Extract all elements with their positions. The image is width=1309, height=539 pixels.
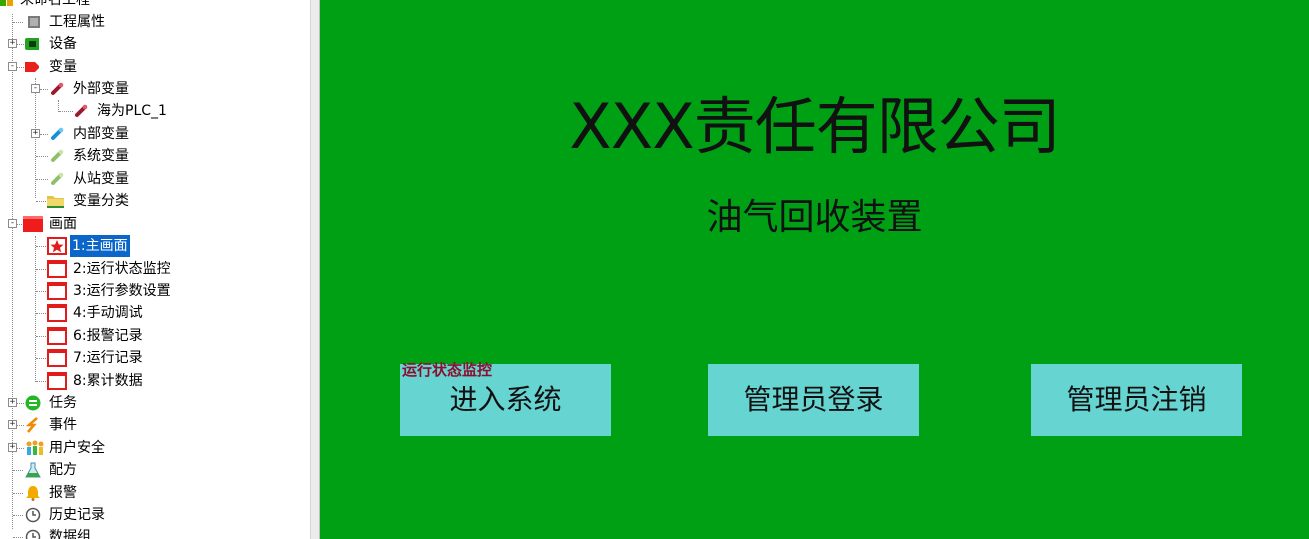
tree-item-label: 8:累计数据 — [73, 373, 143, 389]
task-icon — [25, 395, 41, 411]
tree-item-events[interactable]: + 事件 — [0, 414, 310, 436]
pin-icon — [50, 127, 64, 141]
tree-item-variable-categories[interactable]: 变量分类 — [0, 190, 310, 212]
screen-page-icon — [47, 260, 67, 278]
tree-item-label: 海为PLC_1 — [97, 103, 167, 119]
tree-item-label: 配方 — [49, 462, 77, 478]
admin-logout-button[interactable]: 管理员注销 — [1031, 364, 1242, 436]
tree-item-main-screen[interactable]: 1:主画面 — [0, 235, 310, 257]
collapse-icon[interactable]: - — [8, 62, 17, 71]
tree-item-screen-8[interactable]: 8:累计数据 — [0, 370, 310, 392]
tree-item-label: 2:运行状态监控 — [73, 261, 171, 277]
pin-icon — [50, 82, 64, 96]
panel-splitter[interactable] — [310, 0, 320, 539]
tree-item-label: 报警 — [49, 485, 77, 501]
tree-item-label: 外部变量 — [73, 81, 129, 97]
alarm-bell-icon — [25, 485, 41, 501]
tree-item-screen-4[interactable]: 4:手动调试 — [0, 302, 310, 324]
screen-page-icon — [47, 327, 67, 345]
recipe-icon — [25, 462, 41, 478]
tree-item-recipes[interactable]: 配方 — [0, 459, 310, 481]
pin-icon — [50, 149, 64, 163]
tree-item-label: 任务 — [49, 395, 77, 411]
tree-item-screen-7[interactable]: 7:运行记录 — [0, 347, 310, 369]
pin-icon — [50, 172, 64, 186]
tree-item-tasks[interactable]: + 任务 — [0, 392, 310, 414]
tree-item-slave-variables[interactable]: 从站变量 — [0, 168, 310, 190]
variable-tag-icon — [25, 60, 39, 74]
tree-item-label: 系统变量 — [73, 148, 129, 164]
tree-item-screen-2[interactable]: 2:运行状态监控 — [0, 258, 310, 280]
device-icon — [25, 37, 39, 51]
run-status-monitor-label: 运行状态监控 — [402, 361, 493, 379]
collapse-icon[interactable]: - — [8, 219, 17, 228]
tree-item-alarms[interactable]: 报警 — [0, 482, 310, 504]
tree-item-label: 从站变量 — [73, 171, 129, 187]
tree-item-system-variables[interactable]: 系统变量 — [0, 145, 310, 167]
tree-item-label: 画面 — [49, 216, 77, 232]
hmi-screen-canvas[interactable]: XXX责任有限公司 油气回收装置 进入系统 运行状态监控 管理员登录 管理员注销 — [320, 0, 1309, 539]
project-tree[interactable]: 未命名工程 工程属性 + 设备 - 变量 - 外部变量 海为PLC_1 + 内部… — [0, 0, 310, 539]
screen-page-icon — [47, 304, 67, 322]
screen-page-icon — [47, 282, 67, 300]
project-icon — [0, 0, 14, 7]
tree-item-label: 4:手动调试 — [73, 305, 143, 321]
expand-icon[interactable]: + — [8, 398, 17, 407]
expand-icon[interactable]: + — [8, 443, 17, 452]
tree-item-device[interactable]: + 设备 — [0, 33, 310, 55]
star-screen-icon — [47, 237, 67, 255]
screen-page-icon — [47, 349, 67, 367]
tree-item-screen-6[interactable]: 6:报警记录 — [0, 325, 310, 347]
history-clock-icon — [25, 507, 41, 523]
expand-icon[interactable]: + — [8, 420, 17, 429]
tree-item-label: 变量分类 — [73, 193, 129, 209]
tree-item-label: 1:主画面 — [70, 235, 130, 257]
tree-item-label: 内部变量 — [73, 126, 129, 142]
event-icon — [25, 417, 41, 433]
properties-icon — [27, 15, 41, 29]
data-group-icon — [25, 529, 41, 539]
tree-item-variables[interactable]: - 变量 — [0, 56, 310, 78]
tree-item-label: 未命名工程 — [20, 0, 90, 8]
tree-item-history[interactable]: 历史记录 — [0, 504, 310, 526]
tree-item-label: 变量 — [49, 59, 77, 75]
screen-page-icon — [47, 372, 67, 390]
collapse-icon[interactable]: - — [31, 84, 40, 93]
tree-item-label: 工程属性 — [49, 14, 105, 30]
tree-item-haiwei-plc[interactable]: 海为PLC_1 — [0, 100, 310, 122]
screen-icon — [23, 216, 43, 232]
tree-item-label: 设备 — [49, 36, 77, 52]
tree-item-data-groups[interactable]: 数据组 — [0, 526, 310, 539]
pin-icon — [74, 104, 88, 118]
tree-item-label: 7:运行记录 — [73, 350, 143, 366]
tree-item-label: 事件 — [49, 417, 77, 433]
tree-item-screens[interactable]: - 画面 — [0, 213, 310, 235]
tree-item-label: 6:报警记录 — [73, 328, 143, 344]
tree-item-user-security[interactable]: + 用户安全 — [0, 437, 310, 459]
tree-item-external-variables[interactable]: - 外部变量 — [0, 78, 310, 100]
tree-item-internal-variables[interactable]: + 内部变量 — [0, 123, 310, 145]
tree-item-label: 用户安全 — [49, 440, 105, 456]
tree-item-project-properties[interactable]: 工程属性 — [0, 11, 310, 33]
tree-item-screen-3[interactable]: 3:运行参数设置 — [0, 280, 310, 302]
device-subtitle: 油气回收装置 — [706, 197, 923, 238]
tree-item-label: 历史记录 — [49, 507, 105, 523]
company-title: XXX责任有限公司 — [569, 90, 1060, 163]
folder-icon — [47, 194, 65, 208]
tree-item-label: 3:运行参数设置 — [73, 283, 171, 299]
admin-login-button[interactable]: 管理员登录 — [708, 364, 919, 436]
expand-icon[interactable]: + — [31, 129, 40, 138]
tree-item-label: 数据组 — [49, 529, 91, 539]
tree-item-project[interactable]: 未命名工程 — [0, 0, 310, 11]
expand-icon[interactable]: + — [8, 39, 17, 48]
users-icon — [25, 440, 45, 456]
